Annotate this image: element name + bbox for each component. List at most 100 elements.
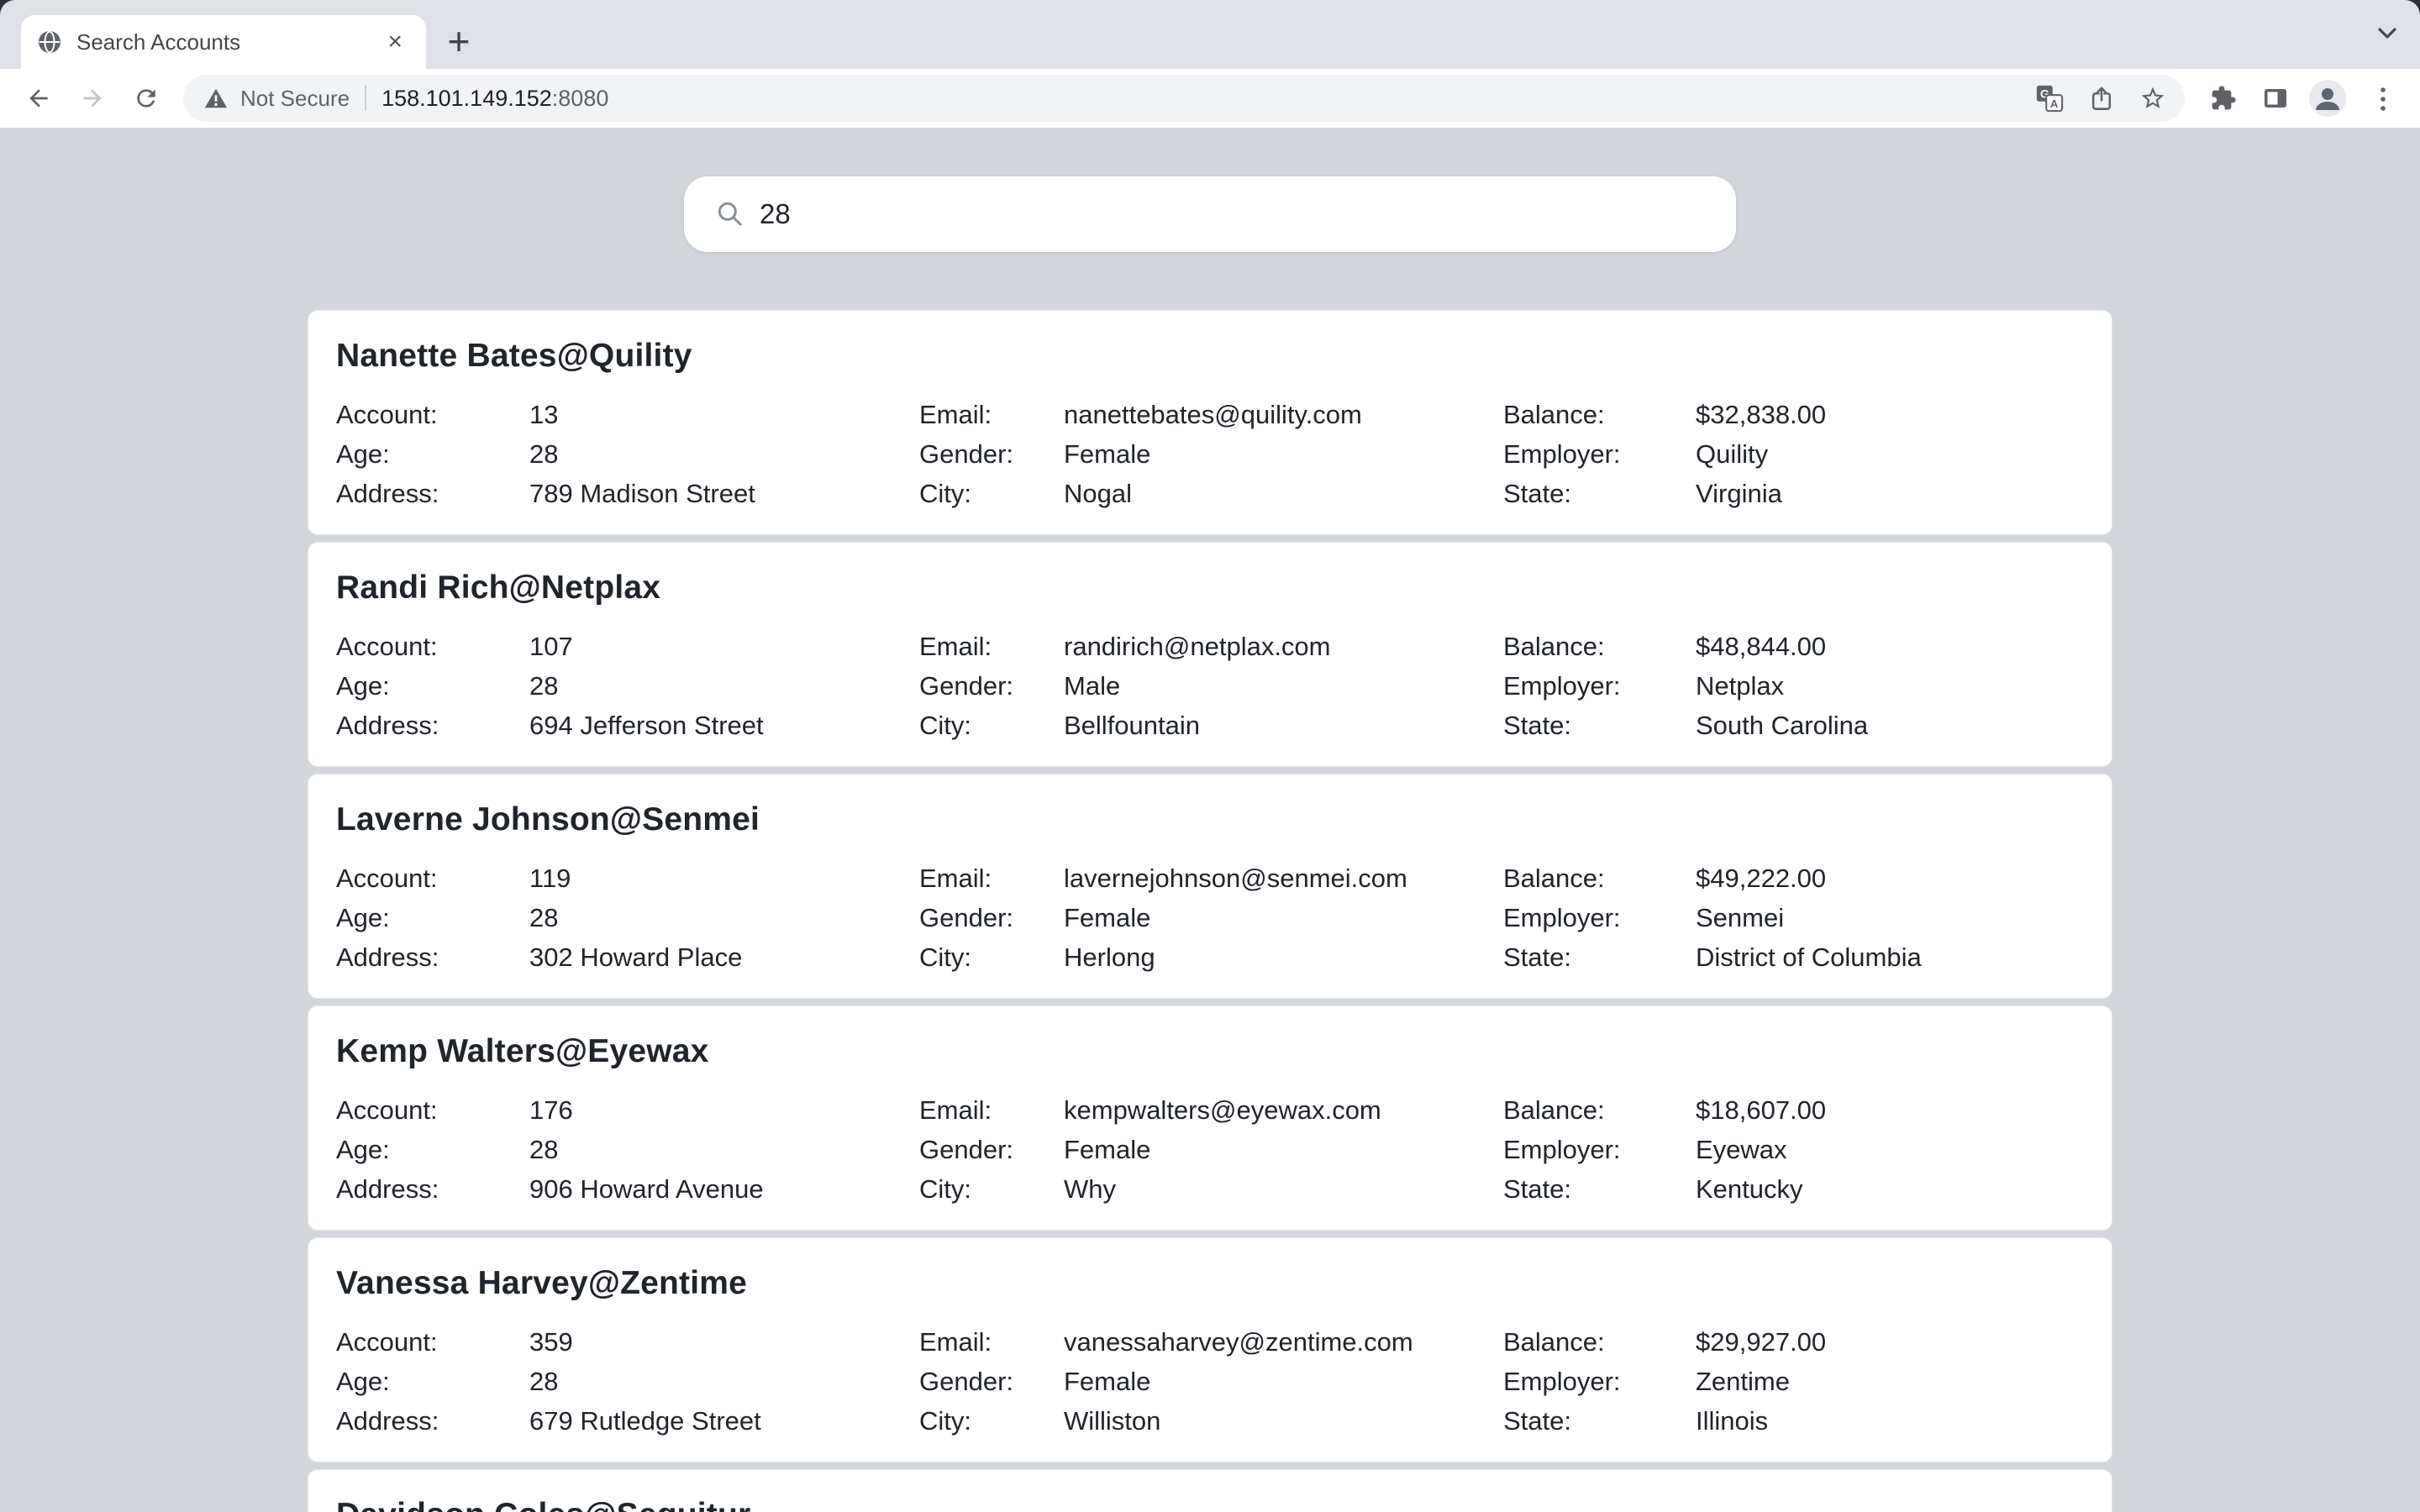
field-gender-value: Female xyxy=(1064,1135,1150,1164)
field-gender: Gender:Female xyxy=(919,434,1503,474)
field-state: State:District of Columbia xyxy=(1503,937,2084,977)
field-address-value: 789 Madison Street xyxy=(529,479,755,508)
field-address-value: 906 Howard Avenue xyxy=(529,1174,764,1204)
field-email: Email:vanessaharvey@zentime.com xyxy=(919,1322,1503,1362)
field-age: Age:28 xyxy=(336,434,919,474)
field-age: Age:28 xyxy=(336,666,919,706)
field-city: City:Nogal xyxy=(919,474,1503,513)
share-icon[interactable] xyxy=(2089,86,2114,111)
field-gender-label: Gender: xyxy=(919,898,1064,937)
field-age-label: Age: xyxy=(336,1130,529,1169)
tab-title: Search Accounts xyxy=(76,29,381,55)
field-state: State:Kentucky xyxy=(1503,1169,2084,1209)
field-account-value: 359 xyxy=(529,1327,573,1357)
translate-icon[interactable]: G A xyxy=(2035,84,2064,113)
reload-button[interactable] xyxy=(133,85,160,112)
field-gender-value: Female xyxy=(1064,439,1150,469)
back-button[interactable] xyxy=(25,85,52,112)
account-name: Kemp Walters@Eyewax xyxy=(336,1032,2084,1072)
field-account: Account:107 xyxy=(336,627,919,666)
field-city: City:Bellfountain xyxy=(919,706,1503,745)
field-employer-label: Employer: xyxy=(1503,898,1696,937)
account-card: Nanette Bates@Quility Account:13 Email:n… xyxy=(308,310,2112,535)
field-state-value: South Carolina xyxy=(1696,711,1868,740)
profile-avatar[interactable] xyxy=(2309,80,2346,117)
field-gender-value: Female xyxy=(1064,1367,1150,1396)
field-address-value: 694 Jefferson Street xyxy=(529,711,764,740)
field-balance-value: $18,607.00 xyxy=(1696,1095,1826,1125)
field-email-value: kempwalters@eyewax.com xyxy=(1064,1095,1381,1125)
new-tab-button[interactable]: + xyxy=(440,24,477,60)
tab-close-icon[interactable]: × xyxy=(381,28,409,56)
search-bar xyxy=(684,176,1736,252)
field-employer-value: Quility xyxy=(1696,439,1768,469)
field-gender-label: Gender: xyxy=(919,1362,1064,1401)
tab-list-chevron-down-icon[interactable] xyxy=(2376,27,2398,40)
field-balance-value: $29,927.00 xyxy=(1696,1327,1826,1357)
field-balance: Balance:$48,844.00 xyxy=(1503,627,2084,666)
field-gender-label: Gender: xyxy=(919,1130,1064,1169)
field-state-value: Illinois xyxy=(1696,1406,1768,1436)
field-account-value: 119 xyxy=(529,864,571,893)
account-name: Randi Rich@Netplax xyxy=(336,568,2084,608)
field-address: Address:789 Madison Street xyxy=(336,474,919,513)
field-city-label: City: xyxy=(919,474,1064,513)
side-panel-icon[interactable] xyxy=(2262,85,2289,112)
field-employer-value: Netplax xyxy=(1696,671,1784,701)
menu-kebab-icon[interactable] xyxy=(2378,85,2388,113)
field-email-label: Email: xyxy=(919,1322,1064,1362)
field-city: City:Herlong xyxy=(919,937,1503,977)
account-details: Account:359 Email:vanessaharvey@zentime.… xyxy=(336,1322,2084,1441)
field-email: Email:nanettebates@quility.com xyxy=(919,395,1503,434)
field-account-label: Account: xyxy=(336,1090,529,1130)
field-employer: Employer:Netplax xyxy=(1503,666,2084,706)
field-city-label: City: xyxy=(919,937,1064,977)
address-bar[interactable]: Not Secure 158.101.149.152 :8080 G A xyxy=(183,75,2185,122)
field-address-value: 302 Howard Place xyxy=(529,942,742,972)
field-account-value: 107 xyxy=(529,632,573,661)
field-employer-label: Employer: xyxy=(1503,1362,1696,1401)
account-name: Nanette Bates@Quility xyxy=(336,336,2084,376)
field-age: Age:28 xyxy=(336,1130,919,1169)
field-email-label: Email: xyxy=(919,627,1064,666)
field-city-value: Why xyxy=(1064,1174,1116,1204)
field-account: Account:13 xyxy=(336,395,919,434)
forward-button[interactable] xyxy=(79,85,106,112)
not-secure-warning-icon xyxy=(203,86,229,111)
page-content: Nanette Bates@Quility Account:13 Email:n… xyxy=(0,128,2420,1512)
search-input[interactable] xyxy=(684,176,1736,252)
field-address: Address:679 Rutledge Street xyxy=(336,1401,919,1441)
field-address-value: 679 Rutledge Street xyxy=(529,1406,761,1436)
field-age-label: Age: xyxy=(336,1362,529,1401)
field-age-label: Age: xyxy=(336,434,529,474)
field-state-value: Virginia xyxy=(1696,479,1782,508)
field-city-value: Williston xyxy=(1064,1406,1160,1436)
field-email-label: Email: xyxy=(919,858,1064,898)
field-email: Email:kempwalters@eyewax.com xyxy=(919,1090,1503,1130)
field-state: State:Virginia xyxy=(1503,474,2084,513)
field-employer-value: Eyewax xyxy=(1696,1135,1787,1164)
field-age: Age:28 xyxy=(336,1362,919,1401)
account-details: Account:176 Email:kempwalters@eyewax.com… xyxy=(336,1090,2084,1209)
extensions-puzzle-icon[interactable] xyxy=(2210,85,2237,112)
account-card: Randi Rich@Netplax Account:107 Email:ran… xyxy=(308,542,2112,767)
tab-search-accounts[interactable]: Search Accounts × xyxy=(21,15,426,69)
field-state-label: State: xyxy=(1503,937,1696,977)
svg-text:A: A xyxy=(2050,97,2059,110)
field-balance-value: $48,844.00 xyxy=(1696,632,1826,661)
field-address-label: Address: xyxy=(336,1169,529,1209)
field-employer-label: Employer: xyxy=(1503,434,1696,474)
field-address-label: Address: xyxy=(336,706,529,745)
field-account-label: Account: xyxy=(336,627,529,666)
bookmark-star-icon[interactable] xyxy=(2139,85,2166,112)
field-employer-label: Employer: xyxy=(1503,666,1696,706)
account-card: Laverne Johnson@Senmei Account:119 Email… xyxy=(308,774,2112,999)
field-city: City:Williston xyxy=(919,1401,1503,1441)
account-card: Davidson Coles@Sequitur xyxy=(308,1469,2112,1512)
field-state-value: Kentucky xyxy=(1696,1174,1803,1204)
field-address: Address:906 Howard Avenue xyxy=(336,1169,919,1209)
field-city-label: City: xyxy=(919,706,1064,745)
field-balance-value: $32,838.00 xyxy=(1696,400,1826,429)
account-name: Davidson Coles@Sequitur xyxy=(336,1495,2084,1512)
field-gender: Gender:Male xyxy=(919,666,1503,706)
